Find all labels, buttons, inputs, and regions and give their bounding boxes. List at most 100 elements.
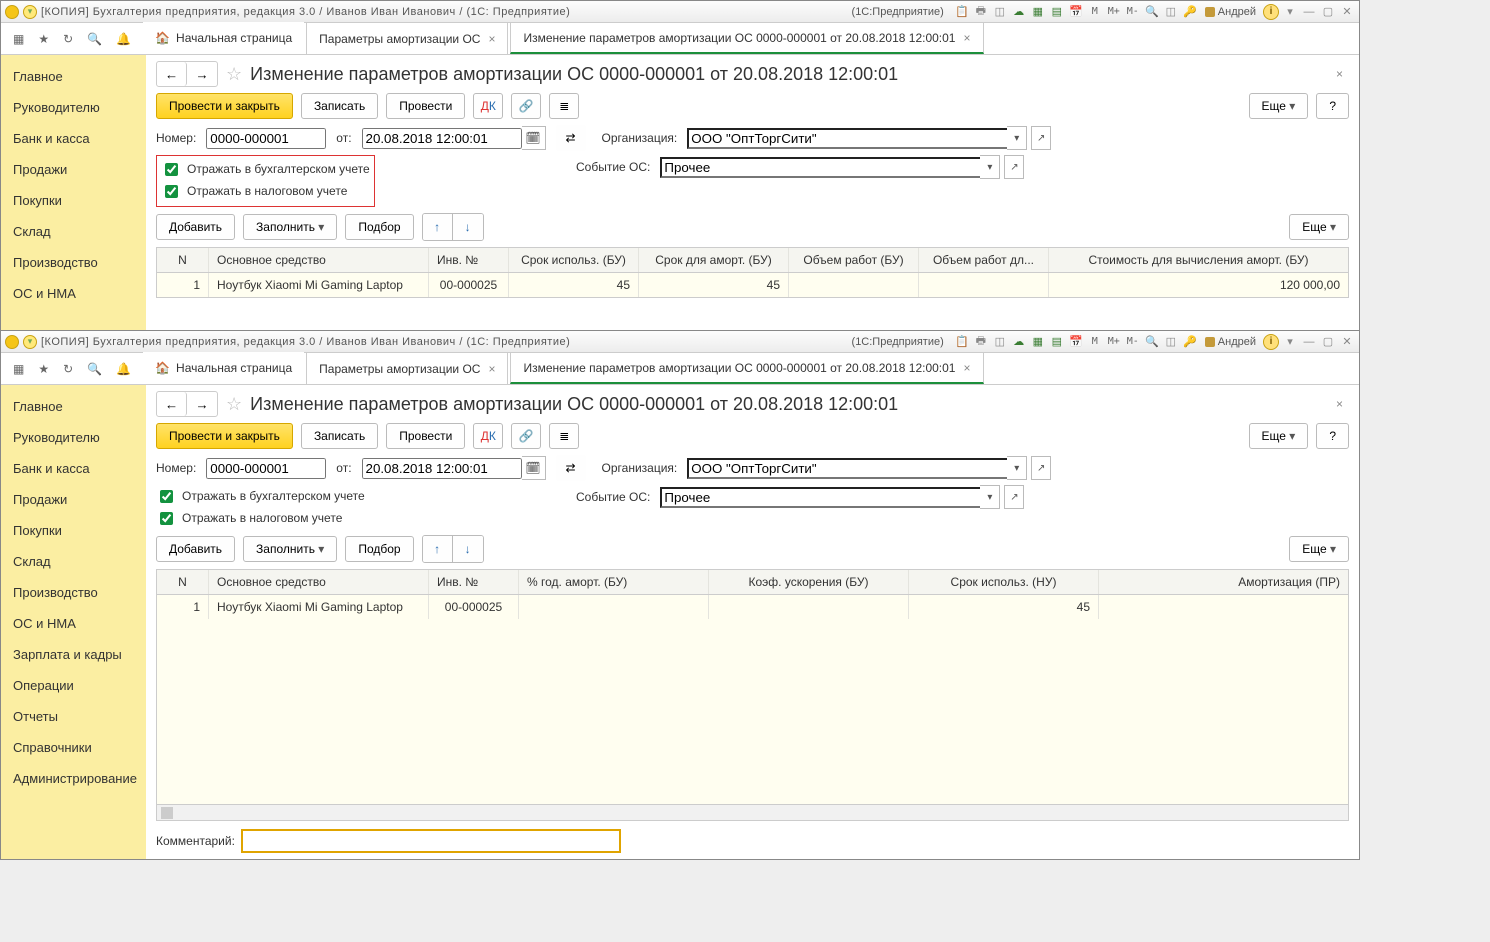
- maximize-button[interactable]: ▢: [1320, 4, 1336, 20]
- sidebar-item-main[interactable]: Главное: [1, 391, 146, 422]
- org-open-icon[interactable]: ↗: [1031, 456, 1051, 480]
- link-icon[interactable]: 🔗: [511, 423, 541, 449]
- sidebar-item-salary[interactable]: Зарплата и кадры: [1, 639, 146, 670]
- nav-back-button[interactable]: ←: [157, 392, 187, 416]
- report-icon[interactable]: ≣: [549, 423, 579, 449]
- history-icon[interactable]: ↻: [63, 362, 73, 376]
- col-amort-pr[interactable]: Амортизация (ПР): [1099, 570, 1348, 594]
- col-srok-bu[interactable]: Срок использ. (БУ): [509, 248, 639, 272]
- date-input[interactable]: [362, 128, 522, 149]
- move-down-icon[interactable]: ↓: [453, 214, 483, 240]
- tool-cloud-icon[interactable]: ☁: [1011, 334, 1027, 350]
- tool-print-icon[interactable]: 🖶: [973, 334, 989, 350]
- more-button[interactable]: Еще: [1249, 423, 1309, 449]
- table-more-button[interactable]: Еще: [1289, 214, 1349, 240]
- link-icon[interactable]: 🔗: [511, 93, 541, 119]
- event-dropdown-icon[interactable]: ▾: [980, 155, 1000, 179]
- date-input[interactable]: [362, 458, 522, 479]
- tool-print-icon[interactable]: 🖶: [973, 4, 989, 20]
- tab-close-icon[interactable]: ×: [963, 361, 970, 375]
- org-dropdown-icon[interactable]: ▾: [1007, 126, 1027, 150]
- tool-zoom-icon[interactable]: 🔍: [1144, 334, 1160, 350]
- org-input[interactable]: [687, 128, 1007, 149]
- sidebar-item-bank[interactable]: Банк и касса: [1, 123, 146, 154]
- tool-layout-icon[interactable]: ◫: [1163, 4, 1179, 20]
- col-srok-nu[interactable]: Срок использ. (НУ): [909, 570, 1099, 594]
- notifications-icon[interactable]: 🔔: [116, 362, 131, 376]
- reflect-bu-checkbox[interactable]: [165, 163, 178, 176]
- tab-params[interactable]: Параметры амортизации ОС ×: [306, 352, 508, 384]
- info-dropdown-icon[interactable]: ▾: [1282, 334, 1298, 350]
- org-dropdown-icon[interactable]: ▾: [1007, 456, 1027, 480]
- sidebar-item-purchases[interactable]: Покупки: [1, 515, 146, 546]
- sidebar-item-bank[interactable]: Банк и касса: [1, 453, 146, 484]
- sidebar-item-purchases[interactable]: Покупки: [1, 185, 146, 216]
- dt-kt-icon[interactable]: ДК: [473, 423, 503, 449]
- sidebar-item-director[interactable]: Руководителю: [1, 92, 146, 123]
- favorites-icon[interactable]: ★: [38, 32, 49, 46]
- notifications-icon[interactable]: 🔔: [116, 32, 131, 46]
- tab-close-icon[interactable]: ×: [488, 32, 495, 46]
- more-button[interactable]: Еще: [1249, 93, 1309, 119]
- sidebar-item-stock[interactable]: Склад: [1, 216, 146, 247]
- sidebar-item-main[interactable]: Главное: [1, 61, 146, 92]
- tool-calendar-icon[interactable]: 📅: [1068, 334, 1084, 350]
- reflect-nu-checkbox[interactable]: [165, 185, 178, 198]
- user-chip[interactable]: Андрей: [1201, 4, 1260, 20]
- pick-button[interactable]: Подбор: [345, 536, 413, 562]
- move-down-icon[interactable]: ↓: [453, 536, 483, 562]
- dt-kt-icon[interactable]: ДК: [473, 93, 503, 119]
- tab-doc[interactable]: Изменение параметров амортизации ОС 0000…: [510, 22, 983, 54]
- move-up-icon[interactable]: ↑: [423, 536, 453, 562]
- event-open-icon[interactable]: ↗: [1004, 155, 1024, 179]
- info-icon[interactable]: i: [1263, 4, 1279, 20]
- sidebar-item-dictionaries[interactable]: Справочники: [1, 732, 146, 763]
- tool-grid-icon[interactable]: ▤: [1049, 334, 1065, 350]
- col-vol1[interactable]: Объем работ (БУ): [789, 248, 919, 272]
- mem-m-icon[interactable]: M: [1087, 334, 1103, 350]
- tool-clipboard-icon[interactable]: 📋: [954, 334, 970, 350]
- tab-home[interactable]: 🏠 Начальная страница: [143, 22, 304, 54]
- pick-button[interactable]: Подбор: [345, 214, 413, 240]
- sidebar-item-os-nma[interactable]: ОС и НМА: [1, 278, 146, 309]
- sidebar-item-reports[interactable]: Отчеты: [1, 701, 146, 732]
- nav-forward-button[interactable]: →: [187, 62, 217, 86]
- search-icon[interactable]: 🔍: [87, 362, 102, 376]
- tool-table-icon[interactable]: ▦: [1030, 4, 1046, 20]
- tool-table-icon[interactable]: ▦: [1030, 334, 1046, 350]
- sidebar-item-director[interactable]: Руководителю: [1, 422, 146, 453]
- favorite-star-icon[interactable]: ☆: [226, 64, 242, 85]
- col-inv[interactable]: Инв. №: [429, 248, 509, 272]
- sidebar-item-production[interactable]: Производство: [1, 577, 146, 608]
- tab-params[interactable]: Параметры амортизации ОС ×: [306, 22, 508, 54]
- favorites-icon[interactable]: ★: [38, 362, 49, 376]
- tab-doc[interactable]: Изменение параметров амортизации ОС 0000…: [510, 352, 983, 384]
- sidebar-item-admin[interactable]: Администрирование: [1, 763, 146, 794]
- col-n[interactable]: N: [157, 248, 209, 272]
- calendar-icon[interactable]: 🗓: [522, 456, 546, 480]
- app-menu-icon[interactable]: ▾: [23, 335, 37, 349]
- event-input[interactable]: [660, 487, 980, 508]
- reflect-bu-checkbox[interactable]: [160, 490, 173, 503]
- tool-layout-icon[interactable]: ◫: [1163, 334, 1179, 350]
- search-icon[interactable]: 🔍: [87, 32, 102, 46]
- fill-button[interactable]: Заполнить: [243, 536, 337, 562]
- app-menu-icon[interactable]: ▾: [23, 5, 37, 19]
- table-more-button[interactable]: Еще: [1289, 536, 1349, 562]
- col-cost[interactable]: Стоимость для вычисления аморт. (БУ): [1049, 248, 1348, 272]
- table-row[interactable]: 1 Ноутбук Xiaomi Mi Gaming Laptop 00-000…: [157, 273, 1348, 297]
- add-button[interactable]: Добавить: [156, 536, 235, 562]
- post-and-close-button[interactable]: Провести и закрыть: [156, 423, 293, 449]
- swap-icon[interactable]: ⇄: [556, 125, 586, 151]
- event-dropdown-icon[interactable]: ▾: [980, 485, 1000, 509]
- tab-close-icon[interactable]: ×: [488, 362, 495, 376]
- tool-cloud-icon[interactable]: ☁: [1011, 4, 1027, 20]
- page-close-icon[interactable]: ×: [1330, 397, 1349, 411]
- col-asset[interactable]: Основное средство: [209, 570, 429, 594]
- maximize-button[interactable]: ▢: [1320, 334, 1336, 350]
- mem-mplus-icon[interactable]: M+: [1106, 334, 1122, 350]
- favorite-star-icon[interactable]: ☆: [226, 394, 242, 415]
- sidebar-item-sales[interactable]: Продажи: [1, 154, 146, 185]
- help-button[interactable]: ?: [1316, 423, 1349, 449]
- col-koef[interactable]: Коэф. ускорения (БУ): [709, 570, 909, 594]
